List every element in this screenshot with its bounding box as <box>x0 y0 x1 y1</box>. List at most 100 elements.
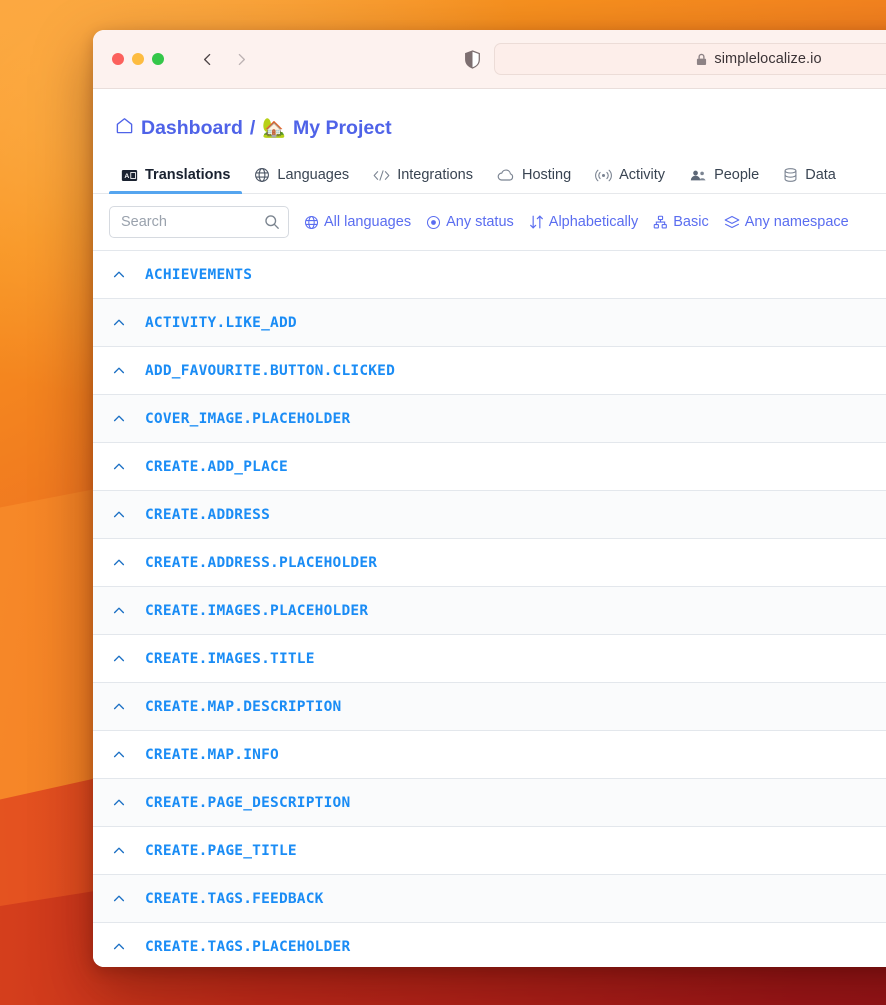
tab-label: Data <box>805 167 836 183</box>
table-row[interactable]: CREATE.IMAGES.PLACEHOLDER <box>93 587 886 635</box>
search-input[interactable] <box>110 207 288 237</box>
translation-key-label: ADD_FAVOURITE.BUTTON.CLICKED <box>145 362 396 379</box>
chevron-up-icon[interactable] <box>111 651 127 667</box>
translation-key-list: ACHIEVEMENTS ACTIVITY.LIKE_ADD ADD_FAVOURI… <box>93 250 886 967</box>
filter-toolbar: All languages Any status Alphabetically <box>93 194 886 250</box>
page-content: Dashboard / 🏡 My Project A Translations <box>93 89 886 967</box>
chevron-up-icon[interactable] <box>111 843 127 859</box>
table-row[interactable]: CREATE.ADD_PLACE <box>93 443 886 491</box>
minimize-window-button[interactable] <box>132 53 144 65</box>
translation-key-label: CREATE.IMAGES.TITLE <box>145 650 315 667</box>
chevron-up-icon[interactable] <box>111 363 127 379</box>
database-icon <box>783 167 798 183</box>
project-emoji-icon: 🏡 <box>262 118 286 139</box>
layers-icon <box>724 215 740 230</box>
translation-key-label: CREATE.ADDRESS.PLACEHOLDER <box>145 554 378 571</box>
chevron-up-icon[interactable] <box>111 747 127 763</box>
filter-any-status[interactable]: Any status <box>426 214 514 230</box>
back-button[interactable] <box>194 46 220 72</box>
translation-key-label: CREATE.TAGS.PLACEHOLDER <box>145 938 351 955</box>
table-row[interactable]: CREATE.PAGE_TITLE <box>93 827 886 875</box>
tab-label: Integrations <box>397 167 473 183</box>
lock-icon <box>696 53 707 66</box>
table-row[interactable]: CREATE.MAP.DESCRIPTION <box>93 683 886 731</box>
url-bar[interactable]: simplelocalize.io <box>494 43 886 75</box>
broadcast-icon <box>595 168 613 183</box>
translation-key-label: CREATE.MAP.INFO <box>145 746 279 763</box>
filter-label: All languages <box>324 214 412 230</box>
chevron-up-icon[interactable] <box>111 315 127 331</box>
translation-key-label: CREATE.MAP.DESCRIPTION <box>145 698 342 715</box>
breadcrumb-separator: / <box>249 117 256 139</box>
filter-label: Any namespace <box>744 214 849 230</box>
globe-icon <box>254 167 270 183</box>
maximize-window-button[interactable] <box>152 53 164 65</box>
forward-button[interactable] <box>228 46 254 72</box>
filter-view-basic[interactable]: Basic <box>653 214 709 230</box>
cloud-icon <box>497 168 515 183</box>
chevron-up-icon[interactable] <box>111 267 127 283</box>
tab-activity[interactable]: Activity <box>583 157 677 193</box>
translation-key-label: CREATE.TAGS.FEEDBACK <box>145 890 324 907</box>
tab-label: Hosting <box>521 167 572 183</box>
tab-languages[interactable]: Languages <box>242 157 361 193</box>
home-icon[interactable] <box>115 116 134 141</box>
breadcrumb-dashboard-link[interactable]: Dashboard <box>141 117 243 140</box>
chevron-up-icon[interactable] <box>111 459 127 475</box>
table-row[interactable]: ADD_FAVOURITE.BUTTON.CLICKED <box>93 347 886 395</box>
chevron-up-icon[interactable] <box>111 411 127 427</box>
chevron-up-icon[interactable] <box>111 699 127 715</box>
filter-label: Any status <box>446 214 514 230</box>
filter-any-namespace[interactable]: Any namespace <box>724 214 849 230</box>
tab-hosting[interactable]: Hosting <box>485 157 583 193</box>
browser-titlebar: simplelocalize.io <box>93 30 886 89</box>
shield-icon[interactable] <box>461 48 483 70</box>
table-row[interactable]: CREATE.ADDRESS.PLACEHOLDER <box>93 539 886 587</box>
tab-translations[interactable]: A Translations <box>109 157 243 194</box>
translation-key-label: COVER_IMAGE.PLACEHOLDER <box>145 410 351 427</box>
breadcrumb: Dashboard / 🏡 My Project <box>93 89 886 141</box>
table-row[interactable]: CREATE.ADDRESS <box>93 491 886 539</box>
browser-window: simplelocalize.io Dashboard / 🏡 My Proje… <box>93 30 886 967</box>
code-icon <box>373 168 390 183</box>
tab-label: Languages <box>277 167 350 183</box>
tab-people[interactable]: People <box>677 157 771 193</box>
table-row[interactable]: CREATE.MAP.INFO <box>93 731 886 779</box>
navigation-buttons <box>194 46 254 72</box>
chevron-up-icon[interactable] <box>111 555 127 571</box>
chevron-up-icon[interactable] <box>111 939 127 955</box>
svg-text:A: A <box>124 173 129 180</box>
filter-all-languages[interactable]: All languages <box>304 214 411 230</box>
search-box[interactable] <box>109 206 289 238</box>
tab-label: People <box>714 167 760 183</box>
url-text: simplelocalize.io <box>714 51 822 67</box>
chevron-up-icon[interactable] <box>111 603 127 619</box>
filter-label: Basic <box>673 214 709 230</box>
translation-key-label: ACTIVITY.LIKE_ADD <box>145 314 297 331</box>
table-row[interactable]: CREATE.TAGS.FEEDBACK <box>93 875 886 923</box>
tab-data[interactable]: Data <box>771 157 848 193</box>
chevron-up-icon[interactable] <box>111 891 127 907</box>
translation-key-label: CREATE.ADD_PLACE <box>145 458 288 475</box>
table-row[interactable]: CREATE.TAGS.PLACEHOLDER <box>93 923 886 967</box>
translation-key-label: CREATE.PAGE_TITLE <box>145 842 297 859</box>
tab-label: Activity <box>619 167 666 183</box>
table-row[interactable]: COVER_IMAGE.PLACEHOLDER <box>93 395 886 443</box>
table-row[interactable]: ACHIEVEMENTS <box>93 251 886 299</box>
tab-integrations[interactable]: Integrations <box>361 157 485 193</box>
filter-label: Alphabetically <box>548 214 639 230</box>
tab-label: Translations <box>145 167 231 183</box>
translation-key-label: CREATE.PAGE_DESCRIPTION <box>145 794 351 811</box>
main-tabbar: A Translations Languages Integrations Ho… <box>93 157 886 194</box>
table-row[interactable]: CREATE.IMAGES.TITLE <box>93 635 886 683</box>
chevron-up-icon[interactable] <box>111 507 127 523</box>
globe-icon <box>304 215 319 230</box>
sort-icon <box>529 214 544 230</box>
breadcrumb-project-link[interactable]: My Project <box>293 117 392 140</box>
table-row[interactable]: ACTIVITY.LIKE_ADD <box>93 299 886 347</box>
chevron-up-icon[interactable] <box>111 795 127 811</box>
hierarchy-icon <box>653 215 668 230</box>
table-row[interactable]: CREATE.PAGE_DESCRIPTION <box>93 779 886 827</box>
close-window-button[interactable] <box>112 53 124 65</box>
filter-sort-alphabetically[interactable]: Alphabetically <box>529 214 638 230</box>
